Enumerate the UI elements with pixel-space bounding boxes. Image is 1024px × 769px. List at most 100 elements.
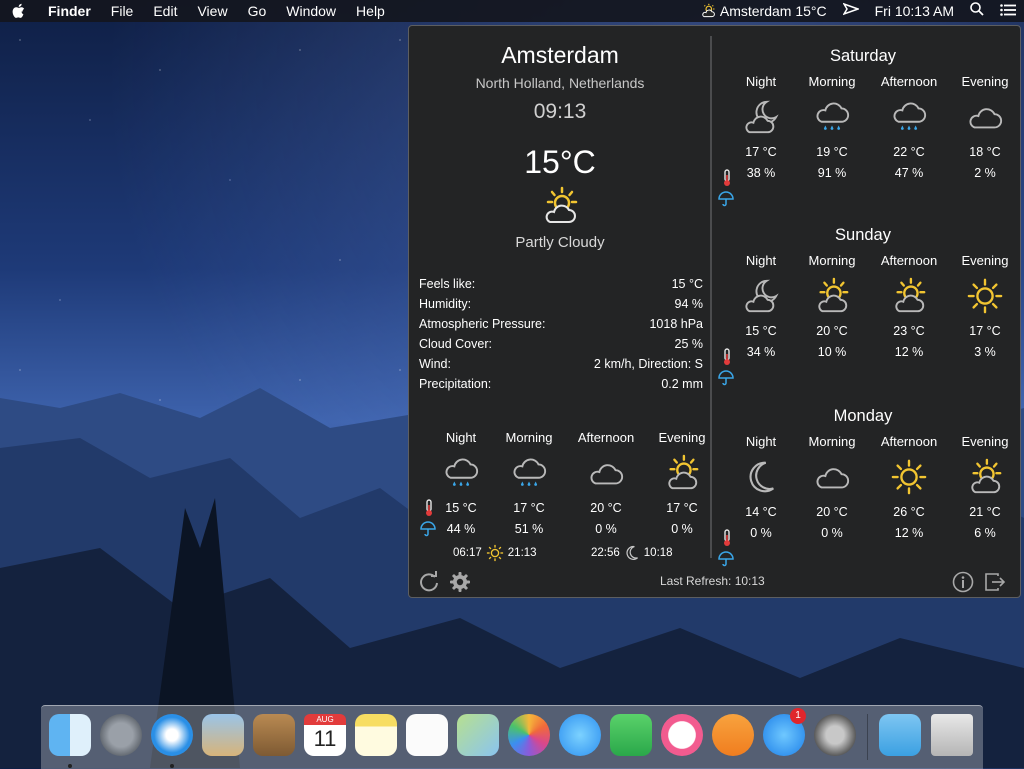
maps-icon[interactable] xyxy=(457,714,499,756)
safari-icon[interactable] xyxy=(151,714,193,756)
umbrella-icon xyxy=(718,370,734,386)
dock: AUG 11 1 xyxy=(41,705,983,769)
photos-icon[interactable] xyxy=(508,714,550,756)
contacts-icon[interactable] xyxy=(253,714,295,756)
moon-icon xyxy=(742,458,780,496)
cloud-icon xyxy=(966,98,1004,136)
menu-view[interactable]: View xyxy=(187,0,237,22)
forecast-period-morning: Morning 17 °C 51 % xyxy=(491,429,567,536)
period-label: Morning xyxy=(808,74,856,89)
downloads-folder-icon[interactable] xyxy=(879,714,921,756)
forecast-period-night: Night 15 °C 44 % xyxy=(423,429,499,536)
forecast-period-morning: Morning 19 °C 91 % xyxy=(794,73,870,180)
cloud-icon xyxy=(587,454,625,492)
period-temperature: 20 °C xyxy=(816,324,848,338)
partly-cloudy-icon xyxy=(966,458,1004,496)
weather-status-item[interactable]: Amsterdam 15°C xyxy=(691,0,835,22)
detail-label: Feels like: xyxy=(419,277,476,291)
quit-icon[interactable] xyxy=(984,571,1006,593)
city-name: Amsterdam xyxy=(501,42,619,68)
detail-row-precipitation: Precipitation: 0.2 mm xyxy=(419,374,703,394)
location-services-icon[interactable] xyxy=(835,0,867,22)
moonrise-time: 22:56 xyxy=(591,547,620,559)
apple-menu-icon[interactable] xyxy=(0,3,38,19)
weather-widget-panel: Amsterdam North Holland, Netherlands 09:… xyxy=(408,25,1021,598)
messages-icon[interactable] xyxy=(559,714,601,756)
menu-help[interactable]: Help xyxy=(346,0,395,22)
detail-label: Cloud Cover: xyxy=(419,337,492,351)
period-label: Night xyxy=(745,74,777,89)
partly-cloudy-icon xyxy=(663,454,701,492)
moonset-time: 10:18 xyxy=(643,547,673,559)
period-label: Afternoon xyxy=(577,430,635,445)
period-temperature: 17 °C xyxy=(969,324,1001,338)
refresh-icon[interactable] xyxy=(418,571,440,593)
finder-icon[interactable] xyxy=(49,714,91,756)
facetime-icon[interactable] xyxy=(610,714,652,756)
day-name-saturday: Saturday xyxy=(829,47,897,65)
forecast-period-evening: Evening 17 °C 0 % xyxy=(644,429,720,536)
detail-label: Atmospheric Pressure: xyxy=(419,317,546,331)
period-label: Evening xyxy=(961,74,1009,89)
period-label: Afternoon xyxy=(880,74,938,89)
detail-value: 1018 hPa xyxy=(649,317,703,331)
period-precipitation: 44 % xyxy=(446,522,476,536)
partly-cloudy-icon xyxy=(702,3,715,18)
sun-icon xyxy=(486,544,503,562)
rain-cloud-icon xyxy=(442,454,480,492)
menubar-clock[interactable]: Fri 10:13 AM xyxy=(867,0,962,22)
forecast-period-evening: Evening 18 °C 2 % xyxy=(947,73,1023,180)
mail-icon[interactable] xyxy=(202,714,244,756)
sun-times: 06:17 21:13 xyxy=(449,544,541,562)
forecast-period-night: Night 15 °C 34 % xyxy=(723,252,799,359)
system-preferences-icon[interactable] xyxy=(814,714,856,756)
period-label: Afternoon xyxy=(880,434,938,449)
moon-icon xyxy=(626,545,638,560)
detail-value: 15 °C xyxy=(671,277,703,291)
trash-icon[interactable] xyxy=(931,714,973,756)
local-time: 09:13 xyxy=(533,100,587,123)
sun-icon xyxy=(966,277,1004,315)
period-temperature: 17 °C xyxy=(666,501,698,515)
period-label: Evening xyxy=(658,430,706,445)
forecast-period-morning: Morning 20 °C 10 % xyxy=(794,252,870,359)
region-name: North Holland, Netherlands xyxy=(475,75,645,91)
menu-finder[interactable]: Finder xyxy=(38,0,101,22)
period-temperature: 20 °C xyxy=(816,505,848,519)
info-icon[interactable] xyxy=(952,571,974,593)
menu-file[interactable]: File xyxy=(101,0,144,22)
period-label: Evening xyxy=(961,434,1009,449)
detail-value: 94 % xyxy=(674,297,704,311)
period-label: Night xyxy=(745,434,777,449)
app-store-badge: 1 xyxy=(790,708,806,724)
launchpad-icon[interactable] xyxy=(100,714,142,756)
sunrise-time: 06:17 xyxy=(453,547,482,559)
rain-cloud-icon xyxy=(890,98,928,136)
spotlight-search-icon[interactable] xyxy=(962,0,992,22)
menu-go[interactable]: Go xyxy=(238,0,277,22)
menu-window[interactable]: Window xyxy=(276,0,346,22)
period-precipitation: 10 % xyxy=(817,345,847,359)
period-precipitation: 47 % xyxy=(894,166,924,180)
gear-icon[interactable] xyxy=(449,571,471,593)
notes-icon[interactable] xyxy=(355,714,397,756)
period-temperature: 23 °C xyxy=(893,324,925,338)
reminders-icon[interactable] xyxy=(406,714,448,756)
cloud-icon xyxy=(813,458,851,496)
umbrella-icon xyxy=(718,551,734,567)
calendar-icon[interactable]: AUG 11 xyxy=(304,714,346,756)
period-temperature: 15 °C xyxy=(445,501,477,515)
ibooks-icon[interactable] xyxy=(712,714,754,756)
partly-cloudy-icon xyxy=(890,277,928,315)
menu-edit[interactable]: Edit xyxy=(143,0,187,22)
notification-center-icon[interactable] xyxy=(992,0,1024,22)
period-precipitation: 51 % xyxy=(514,522,544,536)
period-temperature: 15 °C xyxy=(745,324,777,338)
forecast-period-night: Night 14 °C 0 % xyxy=(723,433,799,540)
calendar-day: 11 xyxy=(313,726,337,751)
detail-value: 2 km/h, Direction: S xyxy=(593,357,703,371)
period-precipitation: 0 % xyxy=(821,526,843,540)
current-details: Feels like: 15 °C Humidity: 94 % Atmospher… xyxy=(419,274,703,394)
itunes-icon[interactable] xyxy=(661,714,703,756)
period-temperature: 14 °C xyxy=(745,505,777,519)
